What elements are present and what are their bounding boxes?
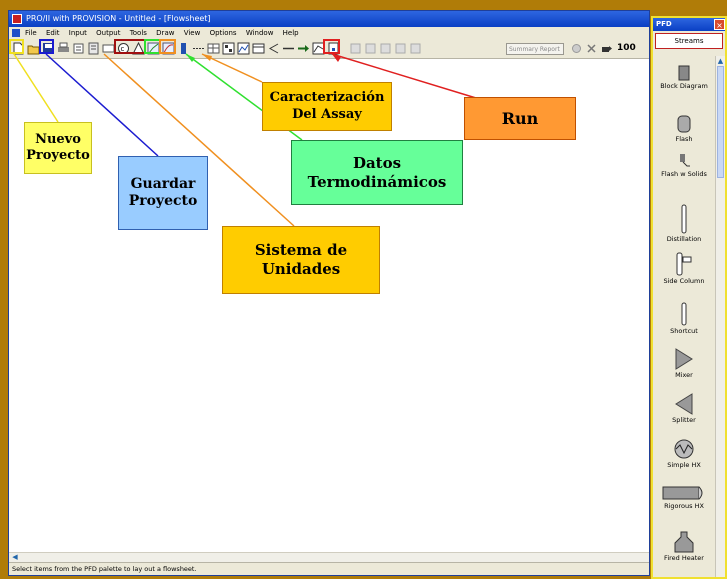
pfd-item-label: Side Column <box>663 277 705 285</box>
close-x-icon[interactable] <box>585 42 598 55</box>
pfd-item-flash-solids[interactable]: Flash w Solids <box>655 153 713 178</box>
simple-hx-icon <box>674 439 694 459</box>
zoom-icon[interactable] <box>600 42 613 55</box>
pfd-palette: PFD × Streams ▲ Block Diagram Flash Flas… <box>651 16 727 579</box>
pfd-item-simple-hx[interactable]: Simple HX <box>655 438 713 469</box>
scroll-up-icon[interactable]: ▲ <box>716 56 725 66</box>
app-icon <box>12 14 22 24</box>
fired-heater-icon <box>674 531 694 553</box>
menu-options[interactable]: Options <box>210 29 237 37</box>
shortcut-icon <box>681 302 687 326</box>
callout-guardar-proyecto: Guardar Proyecto <box>118 156 208 230</box>
dash-icon[interactable] <box>282 42 295 55</box>
stream-data-icon[interactable] <box>192 42 205 55</box>
graph-icon[interactable] <box>237 42 250 55</box>
report-icon[interactable] <box>252 42 265 55</box>
flash-solids-icon <box>680 154 690 167</box>
mixer-icon <box>675 348 693 370</box>
pfd-item-splitter[interactable]: Splitter <box>655 393 713 424</box>
title-bar: PRO/II with PROVISION - Untitled - [Flow… <box>9 11 649 27</box>
pfd-item-label: Block Diagram <box>660 82 708 90</box>
status-bar: Select items from the PFD palette to lay… <box>9 562 649 575</box>
disabled-icon-1[interactable] <box>349 42 362 55</box>
distillation-icon <box>681 204 687 234</box>
horizontal-scrollbar[interactable]: ◀ <box>9 552 649 562</box>
pfd-close-icon[interactable]: × <box>714 19 725 30</box>
splitter-icon <box>675 393 693 415</box>
menu-input[interactable]: Input <box>69 29 87 37</box>
callout-datos-termodinamicos: Datos Termodinámicos <box>291 140 463 205</box>
save-highlight <box>39 39 54 54</box>
pfd-item-label: Mixer <box>675 371 693 379</box>
assay-highlight <box>159 39 176 54</box>
menu-draw[interactable]: Draw <box>156 29 174 37</box>
thermo-highlight <box>114 39 146 54</box>
pfd-item-rigorous-hx[interactable]: Rigorous HX <box>655 485 713 510</box>
pfd-item-flash[interactable]: Flash <box>655 114 713 143</box>
menu-bar: File Edit Input Output Tools Draw View O… <box>9 27 649 39</box>
arrow-right-icon[interactable] <box>297 42 310 55</box>
pfd-item-label: Rigorous HX <box>664 502 704 510</box>
pfd-item-label: Fired Heater <box>664 554 704 562</box>
disabled-icon-5[interactable] <box>409 42 422 55</box>
menu-window[interactable]: Window <box>246 29 274 37</box>
menu-help[interactable]: Help <box>283 29 299 37</box>
menu-output[interactable]: Output <box>96 29 120 37</box>
pfd-item-label: Shortcut <box>670 327 698 335</box>
scroll-thumb[interactable] <box>717 66 724 178</box>
menu-tools[interactable]: Tools <box>130 29 147 37</box>
tab-streams[interactable]: Streams <box>655 33 723 49</box>
pfd-item-block-diagram[interactable]: Block Diagram <box>655 65 713 90</box>
table-icon[interactable] <box>207 42 220 55</box>
summary-report-select[interactable]: Summary Report <box>506 43 564 55</box>
callout-caracterizacion-assay: Caracterización Del Assay <box>262 82 392 131</box>
arrow-left-icon[interactable] <box>267 42 280 55</box>
menu-view[interactable]: View <box>184 29 201 37</box>
pfd-item-side-column[interactable]: Side Column <box>655 252 713 285</box>
side-column-icon <box>676 252 692 276</box>
scroll-left-icon[interactable]: ◀ <box>10 553 20 562</box>
zoom-level: 100 <box>617 43 636 53</box>
settings-icon[interactable] <box>570 42 583 55</box>
callout-run: Run <box>464 97 576 140</box>
pfd-item-mixer[interactable]: Mixer <box>655 348 713 379</box>
grid-icon[interactable] <box>222 42 235 55</box>
window-title: PRO/II with PROVISION - Untitled - [Flow… <box>26 14 211 23</box>
disabled-icon-3[interactable] <box>379 42 392 55</box>
print-icon[interactable] <box>57 42 70 55</box>
menu-file[interactable]: File <box>25 29 37 37</box>
pfd-item-label: Flash w Solids <box>661 170 707 178</box>
pfd-vertical-scrollbar[interactable]: ▲ <box>715 56 725 577</box>
document-icon <box>12 29 20 37</box>
stream-icon[interactable] <box>177 42 190 55</box>
pfd-item-label: Splitter <box>672 416 696 424</box>
flash-icon <box>677 115 691 133</box>
pfd-item-shortcut[interactable]: Shortcut <box>655 302 713 335</box>
pfd-item-label: Distillation <box>666 235 702 243</box>
disabled-icon-4[interactable] <box>394 42 407 55</box>
units-of-measure-icon[interactable] <box>87 42 100 55</box>
preview-icon[interactable] <box>72 42 85 55</box>
rigorous-hx-icon <box>662 486 703 500</box>
pfd-item-label: Simple HX <box>667 461 701 469</box>
run-highlight <box>323 39 340 54</box>
pfd-item-label: Flash <box>675 135 693 143</box>
disabled-icon-2[interactable] <box>364 42 377 55</box>
callout-nuevo-proyecto: Nuevo Proyecto <box>24 122 92 174</box>
new-highlight <box>9 39 24 54</box>
pfd-item-distillation[interactable]: Distillation <box>655 204 713 243</box>
block-diagram-icon <box>678 65 690 81</box>
pfd-item-fired-heater[interactable]: Fired Heater <box>655 531 713 562</box>
menu-edit[interactable]: Edit <box>46 29 60 37</box>
callout-sistema-de-unidades: Sistema de Unidades <box>222 226 380 294</box>
